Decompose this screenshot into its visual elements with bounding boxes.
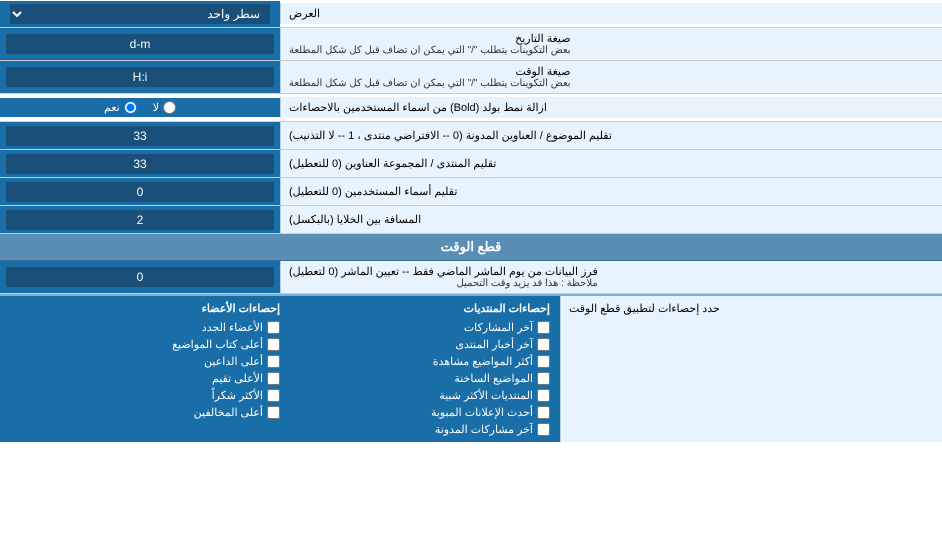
display-label: العرض xyxy=(280,3,942,24)
cell-spacing-row: المسافة بين الخلايا (بالبكسل) xyxy=(0,206,942,234)
checkbox-hot-topics[interactable]: المواضيع الساخنة xyxy=(280,372,550,385)
forum-stats-col: إحصاءات المنتديات آخر المشاركات آخر أخبا… xyxy=(280,302,550,436)
forum-stats-header: إحصاءات المنتديات xyxy=(280,302,550,315)
bold-remove-label: ازالة نمط بولد (Bold) من اسماء المستخدمي… xyxy=(280,97,942,118)
topic-title-input[interactable] xyxy=(6,126,274,146)
checkbox-top-posters[interactable]: أعلى كتاب المواضيع xyxy=(10,338,280,351)
time-format-row: صيغة الوقت بعض التكوينات يتطلب "/" التي … xyxy=(0,61,942,94)
checkbox-last-posts[interactable]: آخر المشاركات xyxy=(280,321,550,334)
forum-title-label: تقليم المنتدى / المجموعة العناوين (0 للت… xyxy=(280,150,942,177)
checkbox-latest-classifieds[interactable]: أحدث الإعلانات المبوبة xyxy=(280,406,550,419)
date-format-control xyxy=(0,28,280,60)
display-row: العرض سطر واحد xyxy=(0,0,942,28)
topic-title-control xyxy=(0,122,280,149)
checkbox-last-news[interactable]: آخر أخبار المنتدى xyxy=(280,338,550,351)
display-control[interactable]: سطر واحد xyxy=(0,1,280,27)
cell-spacing-control xyxy=(0,206,280,233)
time-format-label: صيغة الوقت بعض التكوينات يتطلب "/" التي … xyxy=(280,61,942,93)
bold-remove-control: نعم لا xyxy=(0,98,280,117)
date-format-row: صيغة التاريخ بعض التكوينات يتطلب "/" الت… xyxy=(0,28,942,61)
time-cut-label: فرز البيانات من يوم الماشر الماضي فقط --… xyxy=(280,261,942,293)
username-trim-row: تقليم أسماء المستخدمين (0 للتعطيل) xyxy=(0,178,942,206)
checkbox-most-thanked[interactable]: الأكثر شكراً xyxy=(10,389,280,402)
time-format-input[interactable] xyxy=(6,67,274,87)
topic-title-row: تقليم الموضوع / العناوين المدونة (0 -- ا… xyxy=(0,122,942,150)
members-stats-col: إحصاءات الأعضاء الأعضاء الجدد أعلى كتاب … xyxy=(10,302,280,436)
time-cut-header: قطع الوقت xyxy=(0,234,942,261)
bold-remove-row: ازالة نمط بولد (Bold) من اسماء المستخدمي… xyxy=(0,94,942,122)
checkbox-new-members[interactable]: الأعضاء الجدد xyxy=(10,321,280,334)
members-stats-header: إحصاءات الأعضاء xyxy=(10,302,280,315)
forum-title-row: تقليم المنتدى / المجموعة العناوين (0 للت… xyxy=(0,150,942,178)
bold-remove-yes[interactable]: نعم xyxy=(104,101,137,114)
topic-title-label: تقليم الموضوع / العناوين المدونة (0 -- ا… xyxy=(280,122,942,149)
stats-label: حدد إحصاءات لتطبيق قطع الوقت xyxy=(560,296,942,442)
date-format-input[interactable] xyxy=(6,34,274,54)
checkbox-top-violators[interactable]: أعلى المخالفين xyxy=(10,406,280,419)
checkbox-top-rated[interactable]: الأعلى تقيم xyxy=(10,372,280,385)
display-select[interactable]: سطر واحد xyxy=(10,4,270,24)
cell-spacing-input[interactable] xyxy=(6,210,274,230)
username-trim-label: تقليم أسماء المستخدمين (0 للتعطيل) xyxy=(280,178,942,205)
time-format-control xyxy=(0,61,280,93)
bold-remove-no[interactable]: لا xyxy=(153,101,176,114)
checkbox-most-viewed[interactable]: أكثر المواضيع مشاهدة xyxy=(280,355,550,368)
forum-title-control xyxy=(0,150,280,177)
checkbox-most-similar[interactable]: المنتديات الأكثر شبية xyxy=(280,389,550,402)
time-cut-input[interactable] xyxy=(6,267,274,287)
stats-section: حدد إحصاءات لتطبيق قطع الوقت إحصاءات الم… xyxy=(0,294,942,442)
checkbox-last-blog-posts[interactable]: آخر مشاركات المدونة xyxy=(280,423,550,436)
time-cut-control xyxy=(0,261,280,293)
cell-spacing-label: المسافة بين الخلايا (بالبكسل) xyxy=(280,206,942,233)
date-format-label: صيغة التاريخ بعض التكوينات يتطلب "/" الت… xyxy=(280,28,942,60)
time-cut-row: فرز البيانات من يوم الماشر الماضي فقط --… xyxy=(0,261,942,294)
username-trim-input[interactable] xyxy=(6,182,274,202)
username-trim-control xyxy=(0,178,280,205)
forum-title-input[interactable] xyxy=(6,154,274,174)
checkboxes-container: إحصاءات المنتديات آخر المشاركات آخر أخبا… xyxy=(0,296,560,442)
checkbox-top-inviters[interactable]: أعلى الداعين xyxy=(10,355,280,368)
